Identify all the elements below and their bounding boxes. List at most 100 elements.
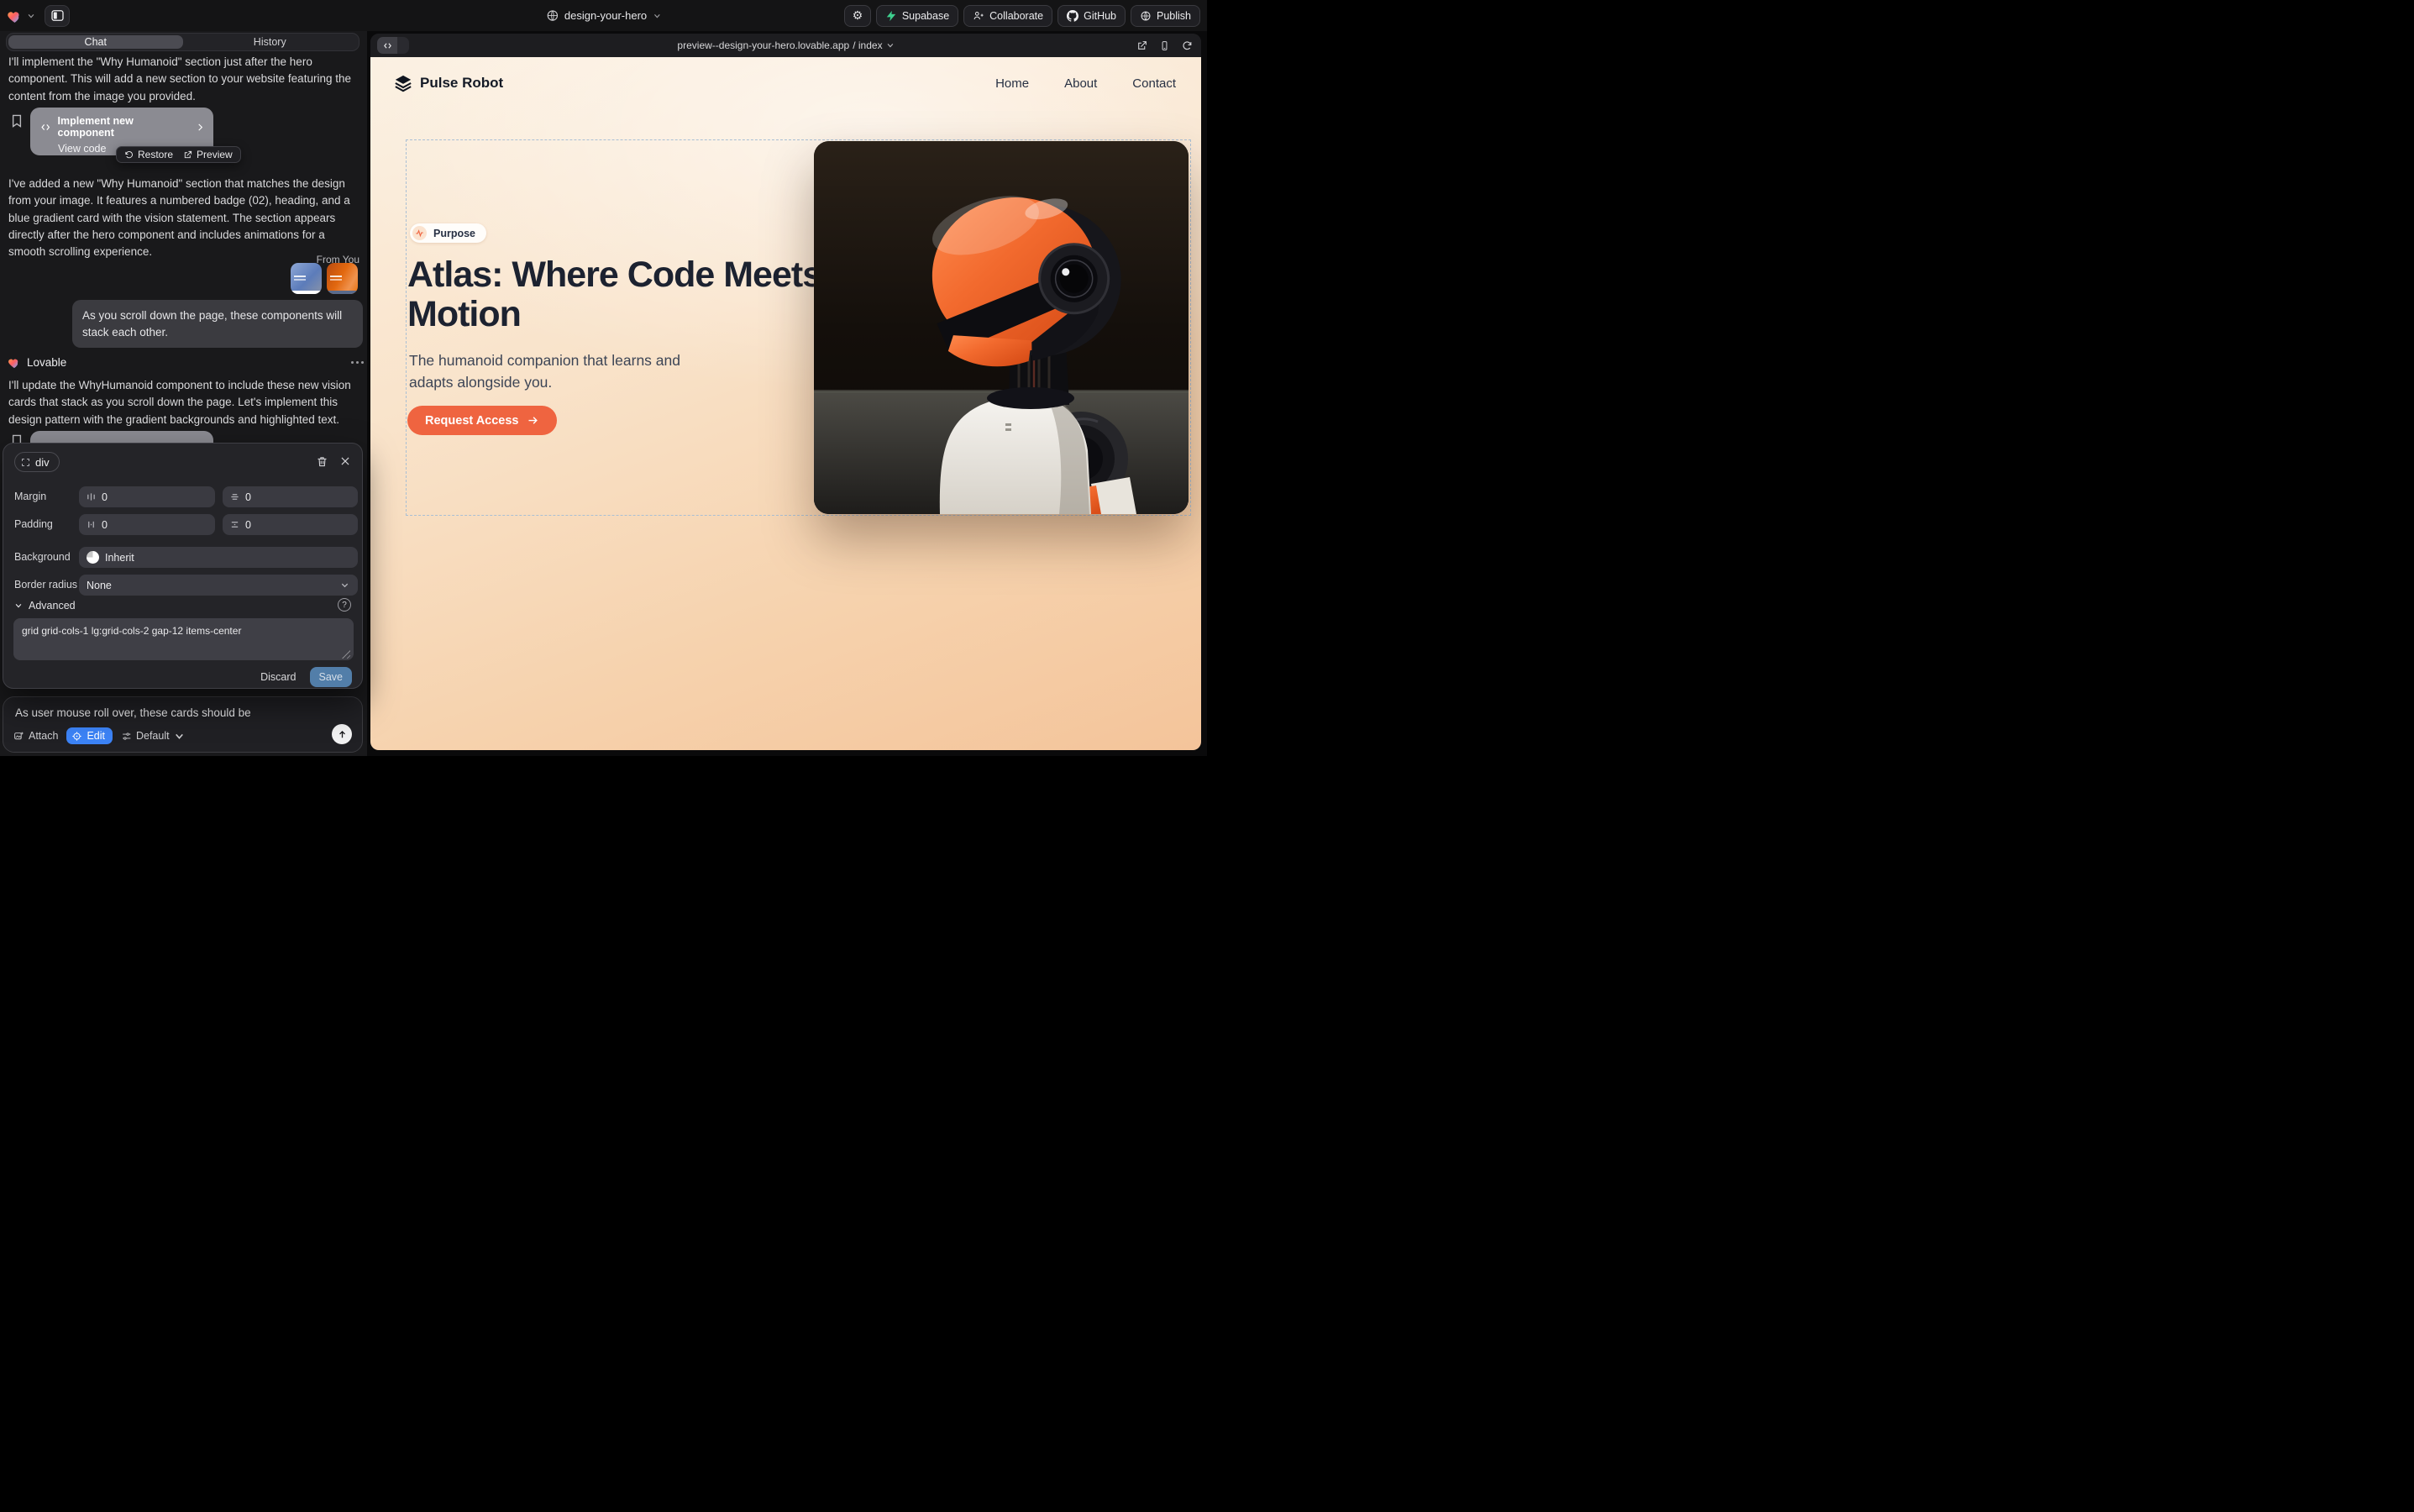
chevron-down-icon	[174, 731, 185, 742]
mode-select[interactable]: Default	[121, 730, 185, 742]
nav-link-home[interactable]: Home	[995, 76, 1029, 91]
send-button[interactable]	[332, 724, 352, 744]
hero-subtitle: The humanoid companion that learns and a…	[409, 350, 720, 394]
tab-history[interactable]: History	[183, 35, 358, 49]
component-card-title: Implement new component	[58, 115, 188, 139]
user-message-bubble: As you scroll down the page, these compo…	[72, 300, 363, 348]
message-menu-button[interactable]	[351, 361, 364, 364]
attachment-thumbnail-orange[interactable]	[327, 263, 358, 294]
sidebar-panel-icon	[51, 10, 64, 21]
dashed-box-icon	[22, 459, 29, 466]
preview-pane: preview--design-your-hero.lovable.app / …	[370, 34, 1201, 750]
chat-input[interactable]: As user mouse roll over, these cards sho…	[15, 706, 350, 719]
padding-y-input[interactable]: 0	[223, 514, 358, 535]
border-radius-select[interactable]: None	[79, 575, 358, 596]
collaborate-button[interactable]: Collaborate	[963, 5, 1052, 27]
assistant-message: I've added a new "Why Humanoid" section …	[8, 176, 365, 260]
globe-icon	[1140, 10, 1152, 22]
chevron-down-icon	[14, 601, 23, 610]
lovable-heart-icon	[8, 356, 21, 369]
hero-badge: Purpose	[410, 223, 486, 243]
chevron-down-icon	[340, 580, 349, 590]
preview-path: / index	[853, 39, 882, 51]
code-view-toggle[interactable]	[377, 37, 409, 54]
composer-toolbar: Attach Edit Default	[13, 727, 185, 744]
hero-title: Atlas: Where Code Meets Motion	[407, 255, 836, 335]
sidebar-toggle-button[interactable]	[45, 5, 70, 27]
background-input[interactable]: Inherit	[79, 547, 358, 568]
class-editor-textarea[interactable]: grid grid-cols-1 lg:grid-cols-2 gap-12 i…	[13, 618, 354, 660]
margin-x-input[interactable]: 0	[79, 486, 215, 507]
assistant-message: I'll update the WhyHumanoid component to…	[8, 377, 365, 428]
supabase-bolt-icon	[885, 10, 897, 22]
nav-link-about[interactable]: About	[1064, 76, 1097, 91]
close-icon[interactable]	[339, 455, 351, 467]
site-nav: Home About Contact	[995, 76, 1176, 91]
preview-button[interactable]: Preview	[183, 149, 233, 160]
attach-button[interactable]: Attach	[13, 730, 58, 742]
preview-url-bar: preview--design-your-hero.lovable.app / …	[370, 34, 1201, 57]
transparency-swatch-icon	[87, 551, 99, 564]
target-icon	[71, 731, 82, 742]
open-in-new-tab-icon[interactable]	[1136, 40, 1147, 51]
message-hover-toolbar: Restore Preview	[116, 146, 241, 163]
code-icon	[377, 37, 397, 54]
attachment-thumbnail-blue[interactable]	[291, 263, 322, 294]
code-icon	[40, 122, 51, 133]
project-name: design-your-hero	[564, 9, 647, 22]
help-icon[interactable]: ?	[338, 598, 351, 612]
margin-label: Margin	[14, 491, 46, 502]
component-card-header: Implement new component	[40, 115, 205, 139]
topbar-actions: ⚙ Supabase Collaborate GitHub	[844, 0, 1200, 31]
restore-icon	[124, 150, 134, 160]
mobile-view-icon[interactable]	[1159, 40, 1170, 51]
nav-link-contact[interactable]: Contact	[1132, 76, 1176, 91]
padding-vertical-icon	[230, 520, 239, 529]
padding-x-input[interactable]: 0	[79, 514, 215, 535]
inspector-footer: Discard Save	[260, 667, 352, 687]
discard-button[interactable]: Discard	[260, 671, 296, 683]
selected-element-pill[interactable]: div	[14, 452, 60, 472]
chevron-down-icon	[886, 41, 895, 50]
preview-url-dropdown[interactable]: preview--design-your-hero.lovable.app / …	[677, 34, 894, 57]
app-window: design-your-hero ⚙ Supabase Collaborate …	[0, 0, 1207, 756]
restore-button[interactable]: Restore	[124, 149, 173, 160]
robot-illustration	[814, 141, 1189, 514]
delete-element-icon[interactable]	[316, 455, 328, 468]
advanced-section-toggle[interactable]: Advanced	[14, 600, 76, 612]
settings-button[interactable]: ⚙	[844, 5, 871, 27]
supabase-button[interactable]: Supabase	[876, 5, 958, 27]
assistant-name: Lovable	[27, 356, 66, 369]
hero-robot-image[interactable]	[814, 141, 1189, 514]
site-header: Pulse Robot Home About Contact	[370, 57, 1201, 109]
external-link-icon	[183, 150, 192, 160]
save-button[interactable]: Save	[310, 667, 353, 687]
tab-chat[interactable]: Chat	[8, 35, 183, 49]
arrow-right-icon	[527, 414, 539, 427]
padding-horizontal-icon	[87, 520, 96, 529]
border-radius-label: Border radius	[14, 579, 77, 591]
globe-icon	[546, 9, 559, 22]
github-button[interactable]: GitHub	[1057, 5, 1126, 27]
site-brand[interactable]: Pulse Robot	[394, 74, 503, 92]
lovable-logo-icon[interactable]	[7, 8, 23, 24]
topbar: design-your-hero ⚙ Supabase Collaborate …	[0, 0, 1207, 31]
chevron-down-icon[interactable]	[27, 12, 35, 20]
user-plus-icon	[973, 10, 984, 22]
pulse-icon	[412, 226, 427, 240]
request-access-button[interactable]: Request Access	[407, 406, 557, 435]
chevron-right-icon	[195, 122, 206, 133]
bookmark-icon[interactable]	[11, 114, 23, 128]
assistant-message: I'll implement the "Why Humanoid" sectio…	[8, 54, 365, 105]
project-switcher[interactable]: design-your-hero	[546, 0, 661, 31]
chat-sidebar: Chat History I'll implement the "Why Hum…	[0, 31, 367, 756]
topbar-left	[7, 0, 70, 31]
margin-horizontal-icon	[87, 492, 96, 501]
margin-y-input[interactable]: 0	[223, 486, 358, 507]
edit-mode-button[interactable]: Edit	[66, 727, 113, 744]
chat-composer: As user mouse roll over, these cards sho…	[3, 696, 363, 753]
publish-button[interactable]: Publish	[1131, 5, 1200, 27]
selected-element-tag: div	[35, 456, 50, 469]
preview-toggle-segment	[397, 37, 409, 54]
refresh-icon[interactable]	[1182, 40, 1193, 51]
